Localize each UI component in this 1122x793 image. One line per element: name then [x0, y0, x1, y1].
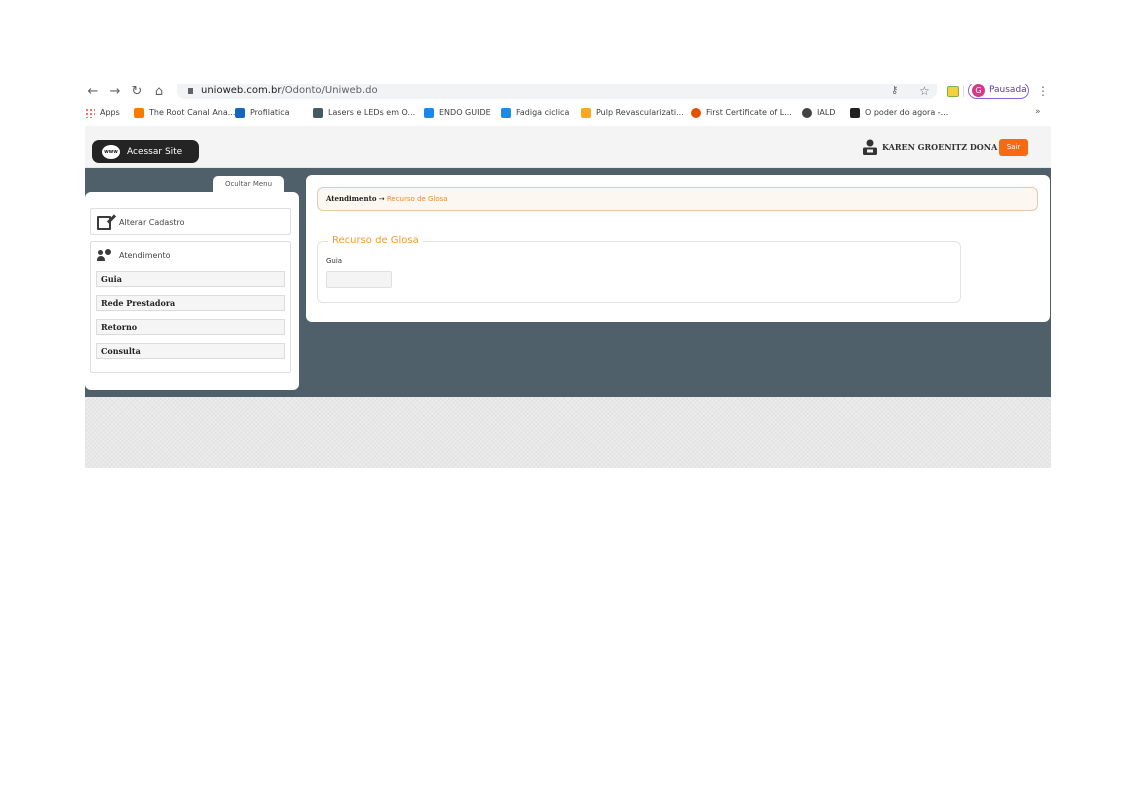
access-site-label: Acessar Site	[127, 146, 183, 157]
document-icon	[313, 107, 323, 118]
bookmark-item[interactable]: Profilatica	[235, 104, 290, 121]
toolbar-divider	[963, 86, 964, 97]
more-bookmarks-icon[interactable]: »	[1035, 104, 1041, 121]
forward-arrow-icon[interactable]: →	[107, 84, 123, 101]
service-section-label: Atendimento	[119, 251, 171, 260]
bookmark-item[interactable]: Fadiga ciclica	[501, 104, 569, 121]
edit-profile-label: Alterar Cadastro	[119, 218, 185, 227]
guia-label: Guia	[326, 257, 343, 265]
letter-e-icon	[581, 107, 591, 118]
sidebar-item-consulta[interactable]: Consulta	[96, 343, 285, 359]
apps-grid-icon	[85, 107, 95, 118]
main-panel: Atendimento → Recurso de Glosa Recurso d…	[306, 175, 1050, 322]
reload-icon[interactable]: ↻	[129, 84, 145, 101]
breadcrumb: Atendimento → Recurso de Glosa	[317, 187, 1038, 211]
service-menu-box: Atendimento Guia Rede Prestadora Retorno…	[90, 241, 291, 373]
bookmark-item[interactable]: ENDO GUIDE	[424, 104, 491, 121]
breadcrumb-current: Recurso de Glosa	[386, 195, 448, 203]
profile-button[interactable]: G Pausada	[968, 84, 1029, 99]
app-header: www Acessar Site KAREN GROENITZ DONA Sai…	[85, 126, 1051, 168]
blogger-icon	[134, 107, 144, 118]
user-icon	[863, 139, 877, 155]
bookmark-item[interactable]: Pulp Revascularizati...	[581, 104, 684, 121]
amazon-icon	[850, 107, 860, 118]
url-text[interactable]: unioweb.com.br/Odonto/Uniweb.do	[201, 84, 378, 98]
bookmark-item[interactable]: Lasers e LEDs em O...	[313, 104, 415, 121]
logout-button[interactable]: Sair	[999, 139, 1028, 156]
guia-input[interactable]	[326, 271, 392, 288]
flame-icon	[691, 107, 701, 118]
edit-icon	[97, 215, 111, 230]
wave-icon	[501, 107, 511, 118]
sidebar-item-guia[interactable]: Guia	[96, 271, 285, 287]
profile-avatar: G	[972, 84, 985, 97]
www-globe-icon: www	[102, 144, 120, 159]
bookmark-item[interactable]: IALD	[802, 104, 835, 121]
key-icon[interactable]: ⚷	[891, 84, 898, 98]
menu-kebab-icon[interactable]: ⋮	[1037, 84, 1049, 99]
edit-profile-box[interactable]: Alterar Cadastro	[90, 208, 291, 235]
screenshot-area: ← → ↻ ⌂ unioweb.com.br/Odonto/Uniweb.do …	[85, 84, 1051, 468]
sidebar: Alterar Cadastro Atendimento Guia Rede P…	[85, 192, 299, 390]
sidebar-item-rede-prestadora[interactable]: Rede Prestadora	[96, 295, 285, 311]
extension-icon[interactable]	[947, 86, 959, 97]
star-icon[interactable]: ☆	[919, 84, 930, 98]
user-name: KAREN GROENITZ DONA	[882, 142, 998, 152]
bookmark-item[interactable]: O poder do agora -...	[850, 104, 948, 121]
bookmark-apps[interactable]: Apps	[85, 104, 120, 121]
breadcrumb-arrow: →	[378, 195, 385, 203]
site-favicon-icon	[235, 107, 245, 118]
lock-icon	[188, 88, 193, 94]
breadcrumb-root[interactable]: Atendimento	[326, 194, 377, 203]
wave-icon	[424, 107, 434, 118]
person-icon	[97, 248, 111, 262]
bookmark-item[interactable]: First Certificate of L...	[691, 104, 792, 121]
profile-status: Pausada	[989, 85, 1027, 95]
footer-background	[85, 397, 1051, 468]
globe-icon	[802, 107, 812, 118]
bookmark-item[interactable]: The Root Canal Ana...	[134, 104, 235, 121]
access-site-button[interactable]: www Acessar Site	[92, 140, 199, 163]
bookmarks-bar: Apps The Root Canal Ana... Profilatica L…	[85, 104, 1051, 121]
back-arrow-icon[interactable]: ←	[85, 84, 101, 101]
form-fieldset	[317, 241, 961, 303]
home-icon[interactable]: ⌂	[151, 84, 167, 101]
browser-toolbar: ← → ↻ ⌂ unioweb.com.br/Odonto/Uniweb.do …	[85, 84, 1051, 101]
form-title: Recurso de Glosa	[328, 234, 423, 247]
sidebar-item-retorno[interactable]: Retorno	[96, 319, 285, 335]
